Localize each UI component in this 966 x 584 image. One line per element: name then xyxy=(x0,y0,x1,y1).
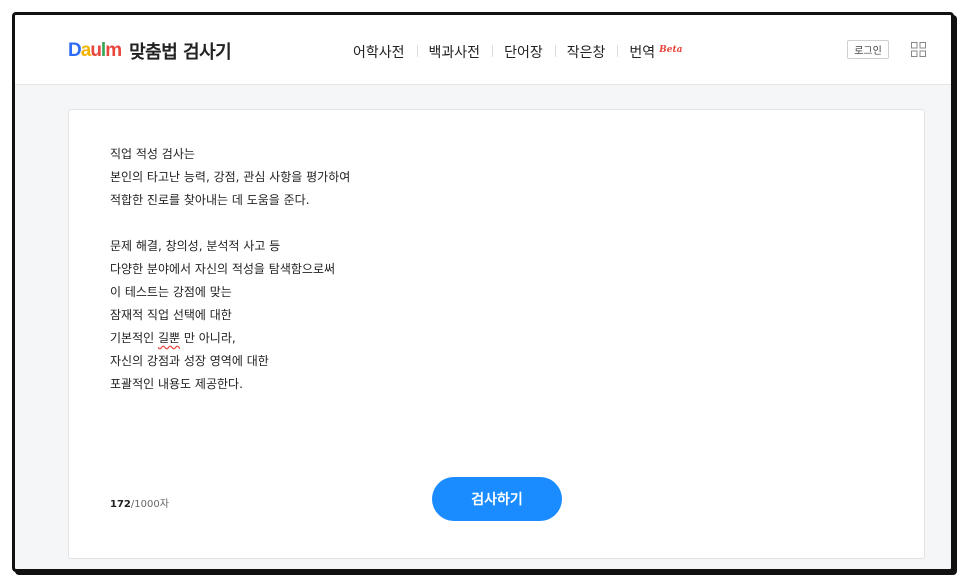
editor-text-area[interactable]: 직업 적성 검사는 본인의 타고난 능력, 강점, 관심 사항을 평가하여 적합… xyxy=(110,143,810,396)
text-line-with-typo: 기본적인 길뿐 만 아니라, xyxy=(110,327,810,350)
logo-letter-u: u xyxy=(90,40,102,61)
nav-item-dictionary[interactable]: 어학사전 xyxy=(341,42,417,62)
spellcheck-button[interactable]: 검사하기 xyxy=(432,477,562,521)
text-segment: 만 아니라, xyxy=(180,331,236,345)
typo-highlight[interactable]: 길뿐 xyxy=(158,331,180,345)
text-line: 본인의 타고난 능력, 강점, 관심 사항을 평가하여 xyxy=(110,170,351,184)
char-count-current: 172 xyxy=(110,499,131,510)
char-count-max: /1000자 xyxy=(130,499,169,510)
nav-item-translate[interactable]: 번역 Beta xyxy=(617,42,694,62)
text-line: 다양한 분야에서 자신의 적성을 탐색함으로써 xyxy=(110,262,336,276)
daum-logo-mark: D a u l m xyxy=(68,40,122,62)
global-nav: 어학사전 백과사전 단어장 작은창 번역 Beta xyxy=(341,42,694,62)
text-line-blank xyxy=(110,212,810,235)
grid-icon[interactable] xyxy=(911,42,926,57)
logo-letter-d: D xyxy=(68,40,82,61)
beta-badge: Beta xyxy=(659,45,683,55)
text-line: 직업 적성 검사는 xyxy=(110,147,195,161)
text-line: 적합한 진로를 찾아내는 데 도움을 준다. xyxy=(110,193,310,207)
nav-item-mini-window[interactable]: 작은창 xyxy=(554,42,618,62)
logo-letter-a: a xyxy=(80,40,92,61)
text-line: 포괄적인 내용도 제공한다. xyxy=(110,377,243,391)
text-line: 문제 해결, 창의성, 분석적 사고 등 xyxy=(110,239,281,253)
nav-item-translate-label: 번역 xyxy=(629,45,656,61)
spellcheck-editor[interactable]: 직업 적성 검사는 본인의 타고난 능력, 강점, 관심 사항을 평가하여 적합… xyxy=(68,109,925,559)
text-line: 이 테스트는 강점에 맞는 xyxy=(110,285,232,299)
daum-logo[interactable]: D a u l m 맞춤법 검사기 xyxy=(68,38,232,64)
service-title: 맞춤법 검사기 xyxy=(129,42,232,63)
nav-item-wordbook[interactable]: 단어장 xyxy=(492,42,555,62)
header: D a u l m 맞춤법 검사기 어학사전 백과사전 단어장 작은창 번역 Be… xyxy=(15,15,951,85)
nav-item-encyclopedia[interactable]: 백과사전 xyxy=(416,42,493,62)
login-button[interactable]: 로그인 xyxy=(847,40,889,59)
text-line: 잠재적 직업 선택에 대한 xyxy=(110,308,232,322)
text-line: 자신의 강점과 성장 영역에 대한 xyxy=(110,354,269,368)
text-segment: 기본적인 xyxy=(110,331,158,345)
browser-frame: D a u l m 맞춤법 검사기 어학사전 백과사전 단어장 작은창 번역 Be… xyxy=(12,12,954,572)
logo-letter-m: m xyxy=(105,40,122,61)
char-counter: 172/1000자 xyxy=(110,495,169,510)
